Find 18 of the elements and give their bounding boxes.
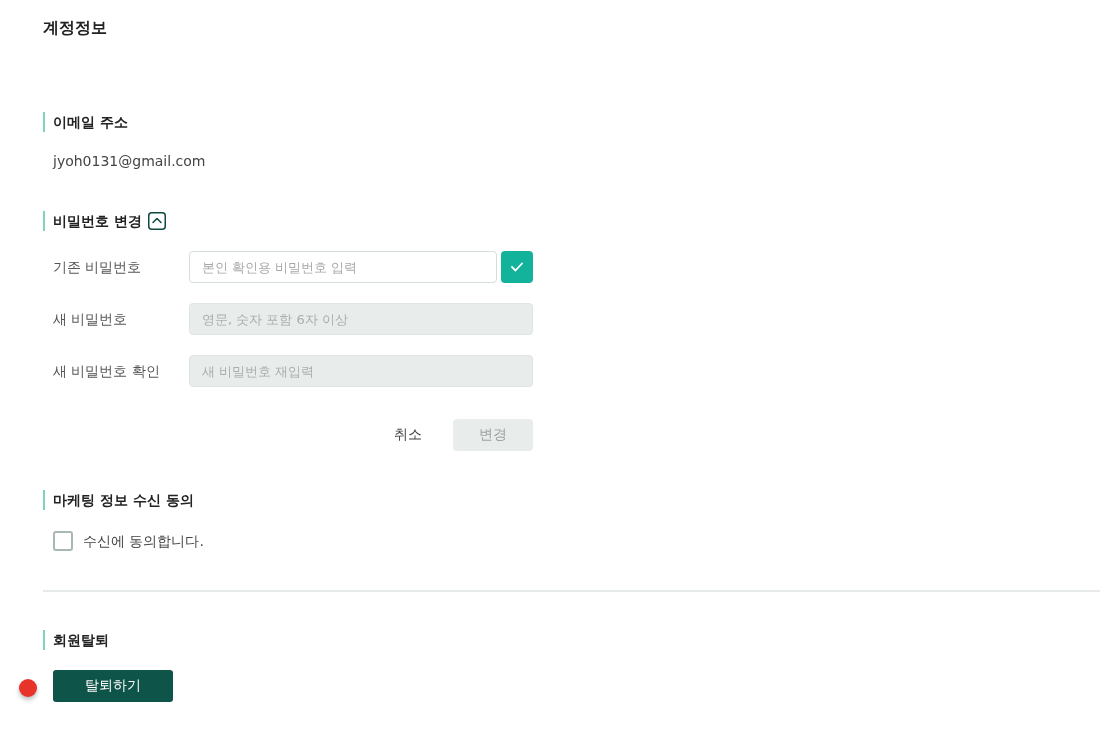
check-icon [511, 262, 523, 272]
field-label: 새 비밀번호 확인 [53, 362, 161, 381]
email-address: jyoh0131@gmail.com [53, 152, 206, 171]
password-field[interactable]: 본인 확인용 비밀번호 입력 [189, 251, 497, 283]
section-title: 회원탈퇴 [43, 630, 109, 650]
section-title: 마케팅 정보 수신 동의 [43, 490, 194, 510]
dot-icon [19, 679, 37, 697]
section-title: 비밀번호 변경 [43, 211, 142, 231]
consent-label: 수신에 동의합니다. [83, 532, 204, 551]
section-title: 이메일 주소 [43, 112, 128, 132]
field-label: 기존 비밀번호 [53, 258, 143, 277]
confirm-button[interactable] [501, 251, 533, 283]
withdraw-button[interactable]: 탈퇴하기 [53, 670, 173, 702]
collapse-toggle-icon[interactable] [147, 212, 166, 230]
consent-checkbox[interactable] [53, 531, 73, 551]
field-label: 새 비밀번호 [53, 310, 129, 329]
page-title: 계정정보 [43, 18, 107, 38]
cancel-button[interactable]: 취소 [386, 419, 430, 451]
